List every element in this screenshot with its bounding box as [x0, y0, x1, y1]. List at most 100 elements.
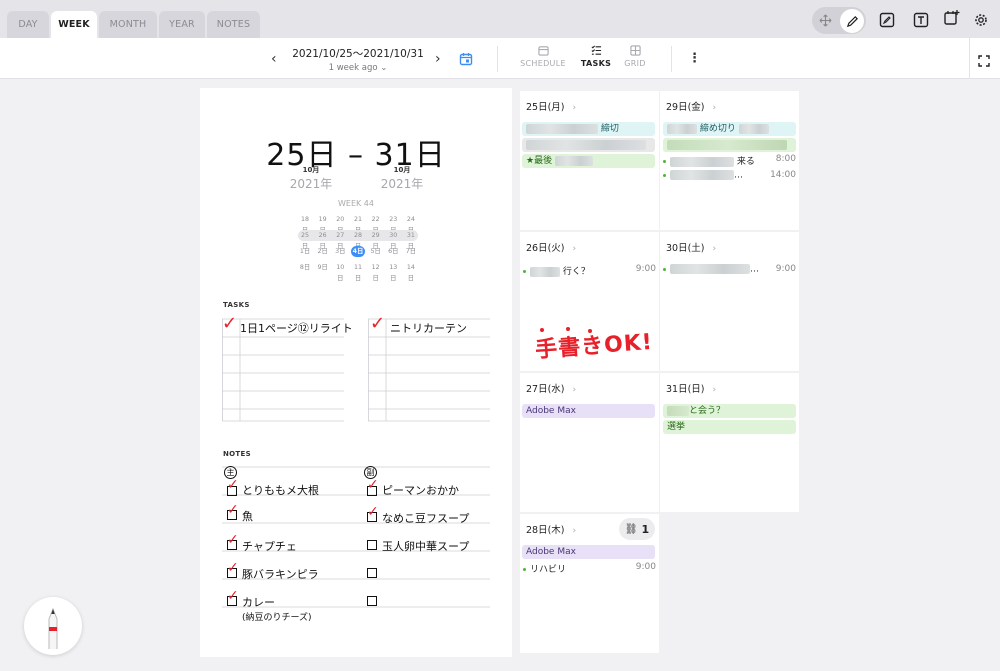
handwritten-task: 1日1ページ⑫リライト	[240, 322, 353, 335]
timed-event[interactable]: 行く？ 9:00	[523, 264, 656, 277]
fullscreen-icon[interactable]	[978, 52, 990, 71]
handwrite-box-icon[interactable]	[876, 9, 898, 31]
next-week-chevron-icon[interactable]: ›	[435, 51, 441, 67]
tab-notes[interactable]: NOTES	[207, 11, 260, 38]
pencil-fab-button[interactable]	[24, 597, 82, 655]
mini-day[interactable]: 22日	[369, 214, 383, 234]
gear-icon[interactable]	[970, 9, 992, 31]
mini-day-today[interactable]: 4日	[350, 246, 365, 257]
prev-week-chevron-icon[interactable]: ‹	[271, 51, 277, 67]
allday-event[interactable]	[522, 138, 655, 152]
allday-event[interactable]: 締切	[522, 122, 655, 136]
mini-day[interactable]: 20日	[333, 214, 347, 234]
mini-day[interactable]: 14日	[404, 262, 418, 282]
handwritten-check-icon: ✓	[227, 560, 239, 576]
chevron-right-icon: ›	[712, 103, 717, 113]
allday-event[interactable]: Adobe Max	[522, 545, 655, 559]
allday-event[interactable]	[663, 138, 796, 152]
day-label[interactable]: 25日(月) ›	[526, 99, 576, 113]
move-icon[interactable]	[814, 9, 836, 31]
day-label[interactable]: 30日(土) ›	[666, 240, 716, 254]
mini-day[interactable]: 8日	[298, 262, 312, 273]
event-dot-icon	[663, 173, 666, 177]
day-cell-fri[interactable]: 29日(金) › 締め切り 来る 8:00 … 14:00	[660, 91, 799, 230]
mini-day[interactable]: 9日	[316, 262, 330, 273]
day-label[interactable]: 27日(水) ›	[526, 381, 576, 395]
mini-day[interactable]: 1日	[298, 246, 312, 257]
mini-day[interactable]: 27日	[333, 230, 347, 250]
mini-calendar-row: 8日 9日 10日 11日 12日 13日 14日	[298, 262, 418, 282]
allday-event[interactable]: ★最後	[522, 154, 655, 168]
mini-day[interactable]: 19日	[316, 214, 330, 234]
handwritten-check-icon: ✓	[227, 477, 239, 493]
tab-day[interactable]: DAY	[7, 11, 49, 38]
mini-day[interactable]: 24日	[404, 214, 418, 234]
view-grid[interactable]: GRID	[610, 45, 660, 68]
mini-day[interactable]: 21日	[351, 214, 365, 234]
mini-day[interactable]: 3日	[333, 246, 347, 257]
handwritten-check-icon: ✓	[227, 588, 239, 604]
linked-notes-badge[interactable]: ⛓ 1	[619, 518, 655, 540]
allday-event[interactable]: 選挙	[663, 420, 796, 434]
timed-event[interactable]: リハビリ 9:00	[523, 562, 656, 575]
mini-day[interactable]: 28日	[351, 230, 365, 250]
mini-day[interactable]: 5日	[369, 246, 383, 257]
day-cell-mon[interactable]: 25日(月) › 締切 ★最後	[520, 91, 659, 230]
view-tab-bar: DAY WEEK MONTH YEAR NOTES	[0, 0, 1000, 38]
day-label[interactable]: 29日(金) ›	[666, 99, 716, 113]
add-event-icon[interactable]	[941, 7, 963, 29]
more-menu-icon[interactable]: ⋮	[688, 51, 701, 66]
day-label[interactable]: 26日(火) ›	[526, 240, 576, 254]
mini-day[interactable]: 12日	[369, 262, 383, 282]
chevron-right-icon: ›	[712, 385, 717, 395]
event-dot-icon	[663, 267, 666, 271]
view-schedule[interactable]: SCHEDULE	[518, 45, 568, 68]
mini-day[interactable]: 18日	[298, 214, 312, 234]
chevron-right-icon: ›	[712, 244, 717, 254]
mini-day[interactable]: 26日	[316, 230, 330, 250]
mini-day[interactable]: 13日	[386, 262, 400, 282]
chevron-down-icon: ⌄	[380, 63, 388, 73]
day-cell-sun[interactable]: 31日(日) › と会う？ 選挙	[660, 373, 799, 512]
day-cell-sat[interactable]: 30日(土) › … 9:00	[660, 232, 799, 371]
mini-day[interactable]: 23日	[386, 214, 400, 234]
mini-day[interactable]: 7日	[404, 246, 418, 257]
start-year: 2021年	[289, 177, 333, 191]
mini-day[interactable]: 30日	[386, 230, 400, 250]
today-calendar-icon[interactable]	[459, 51, 473, 70]
tab-month[interactable]: MONTH	[99, 11, 157, 38]
pencil-icon[interactable]	[841, 10, 863, 32]
mini-day[interactable]: 31日	[404, 230, 418, 250]
mini-calendar-current-week: 25日 26日27日 28日 29日30日 31日	[298, 230, 418, 250]
allday-event[interactable]: 締め切り	[663, 122, 796, 136]
day-label[interactable]: 31日(日) ›	[666, 381, 716, 395]
week-notebook-page[interactable]: 25日 – 31日 10月 2021年 10月 2021年 WEEK 44 18…	[200, 88, 512, 657]
mini-day[interactable]: 25日	[298, 230, 312, 250]
notes-heading: NOTES	[223, 450, 251, 458]
tab-week[interactable]: WEEK	[51, 11, 97, 38]
checklist-icon	[591, 45, 601, 55]
allday-event[interactable]: と会う？	[663, 404, 796, 418]
text-box-icon[interactable]	[910, 9, 932, 31]
day-label[interactable]: 28日(木) ›	[526, 522, 576, 536]
date-range[interactable]: 2021/10/25〜2021/10/31 1 week ago ⌄	[288, 46, 428, 73]
chevron-right-icon: ›	[572, 244, 577, 254]
handwritten-check-icon: ✓	[227, 532, 239, 548]
timed-event[interactable]: … 14:00	[663, 170, 796, 181]
tab-year[interactable]: YEAR	[159, 11, 205, 38]
link-icon: ⛓	[624, 523, 638, 535]
allday-event[interactable]: Adobe Max	[522, 404, 655, 418]
note-item: 魚	[242, 510, 253, 523]
mini-day[interactable]: 6日	[386, 246, 400, 257]
timed-event[interactable]: 来る 8:00	[663, 154, 796, 167]
handwritten-checkbox	[367, 596, 377, 606]
day-cell-wed[interactable]: 27日(水) › Adobe Max	[520, 373, 659, 512]
mini-day[interactable]: 11日	[351, 262, 365, 282]
timed-event[interactable]: … 9:00	[663, 264, 796, 275]
mini-day[interactable]: 10日	[333, 262, 347, 282]
mini-day[interactable]: 2日	[316, 246, 330, 257]
handwritten-check-icon: ✓	[367, 477, 379, 493]
note-item: ピーマンおかか	[382, 484, 459, 497]
mini-day[interactable]: 29日	[369, 230, 383, 250]
event-dot-icon	[523, 568, 526, 571]
